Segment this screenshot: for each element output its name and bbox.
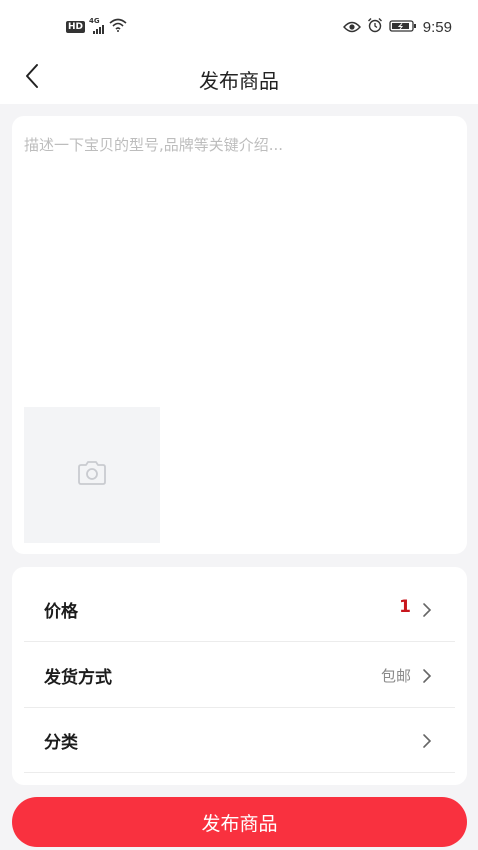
- status-left: HD 4G: [66, 17, 127, 36]
- status-right: 9:59: [342, 17, 452, 37]
- alarm-icon: [367, 17, 383, 37]
- option-row-shipping[interactable]: 发货方式 包邮: [24, 643, 455, 708]
- network-type-label: 4G: [89, 16, 100, 25]
- option-label: 发货方式: [44, 668, 112, 688]
- signal-icon: 4G: [89, 16, 105, 35]
- chevron-right-icon: [421, 667, 433, 685]
- chevron-right-icon: [421, 732, 433, 750]
- app-header: 发布商品: [0, 52, 478, 104]
- description-input[interactable]: [24, 134, 454, 404]
- shipping-value: 包邮: [380, 667, 411, 685]
- clock-time: 9:59: [422, 18, 452, 36]
- page-title: 发布商品: [199, 69, 279, 93]
- chevron-right-icon: [421, 601, 433, 619]
- battery-icon: [389, 18, 417, 37]
- publish-button[interactable]: 发布商品: [12, 797, 467, 847]
- option-row-category[interactable]: 分类: [24, 708, 455, 773]
- camera-icon: [77, 460, 107, 490]
- eye-icon: [342, 18, 361, 37]
- hd-badge: HD: [66, 20, 86, 33]
- options-card: 价格 1 发货方式 包邮 分类: [12, 567, 467, 785]
- add-photo-button[interactable]: [24, 407, 160, 543]
- description-card: [12, 116, 467, 554]
- option-label: 价格: [44, 602, 78, 622]
- wifi-icon: [109, 17, 127, 36]
- option-row-price[interactable]: 价格 1: [24, 577, 455, 642]
- price-value: 1: [399, 597, 411, 617]
- status-bar: HD 4G 9:59: [0, 0, 478, 52]
- option-label: 分类: [44, 733, 78, 753]
